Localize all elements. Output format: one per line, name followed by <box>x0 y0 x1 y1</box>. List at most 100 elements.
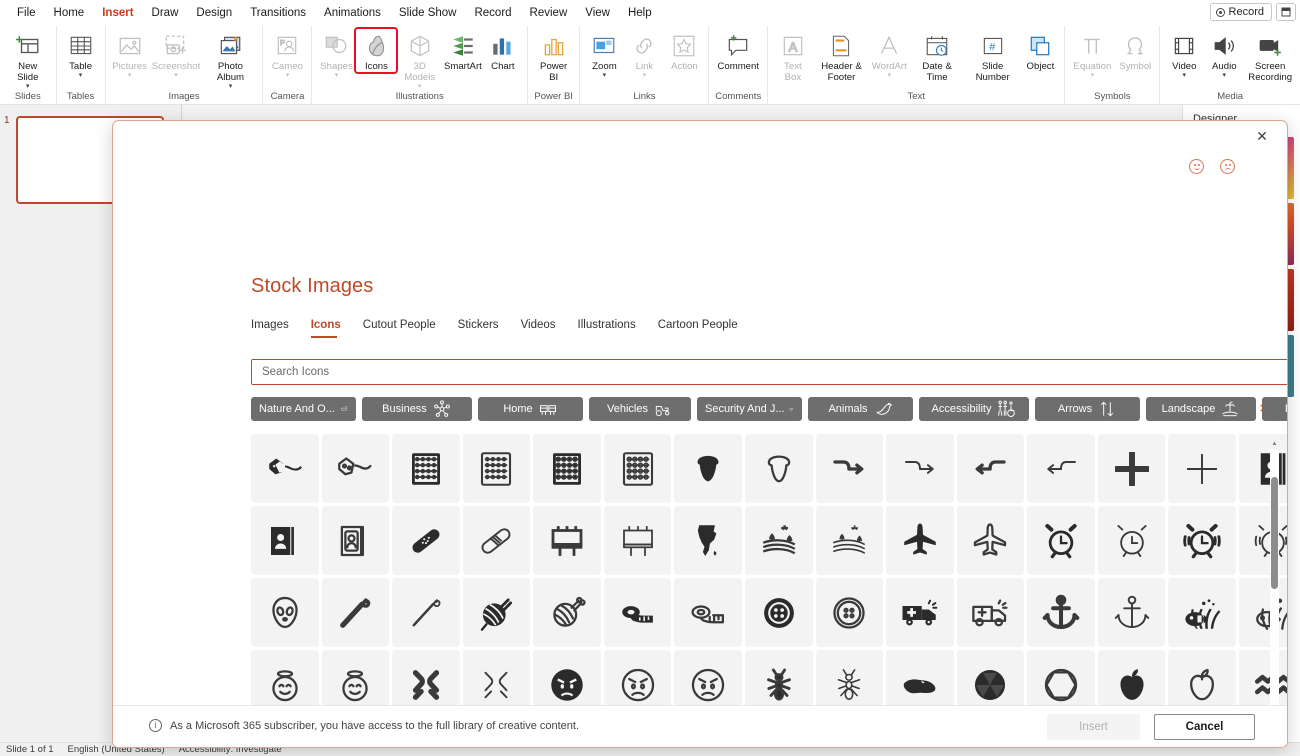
icon-cell-needle-thread-outline[interactable] <box>392 578 460 647</box>
ribbon-button-object[interactable]: Object <box>1020 29 1060 72</box>
ribbon-button-icons[interactable]: Icons <box>354 27 399 74</box>
category-chip-furniture[interactable]: Home <box>478 397 583 421</box>
menu-item-home[interactable]: Home <box>45 2 94 24</box>
search-input[interactable]: Search Icons <box>251 359 1287 385</box>
icon-cell-agriculture-field-outline[interactable] <box>815 506 884 575</box>
chevron-down-icon[interactable]: ▾ <box>1091 72 1095 79</box>
icon-cell-glasses-3d-outline[interactable] <box>321 434 390 503</box>
category-chip-scales[interactable]: Security And J... <box>697 397 802 421</box>
category-chip-tractor[interactable]: Vehicles <box>589 397 691 421</box>
icon-cell-abacus-filled[interactable] <box>392 434 460 503</box>
dialog-tab-stickers[interactable]: Stickers <box>458 319 513 338</box>
category-chip-scuba-mask[interactable]: Nature And O... <box>251 397 356 421</box>
ribbon-button-date-time[interactable]: Date & Time <box>909 29 965 83</box>
chevron-down-icon[interactable]: ▾ <box>603 72 607 79</box>
chevron-down-icon[interactable]: ▾ <box>418 83 422 90</box>
dialog-tab-cutout-people[interactable]: Cutout People <box>363 319 450 338</box>
ribbon-button-screen-recording[interactable]: Screen Recording <box>1244 29 1296 83</box>
ribbon-button-zoom[interactable]: Zoom ▾ <box>584 29 624 79</box>
share-button[interactable] <box>1276 3 1296 21</box>
icon-cell-merge-left-arrow-filled[interactable] <box>956 434 1025 503</box>
category-chip-island[interactable]: Landscape <box>1146 397 1256 421</box>
icon-cell-advertising-billboard-outline[interactable] <box>603 506 672 575</box>
menu-item-insert[interactable]: Insert <box>93 2 142 28</box>
menu-item-file[interactable]: File <box>8 2 45 24</box>
ribbon-button-header-footer[interactable]: Header & Footer <box>814 29 870 83</box>
chevron-down-icon[interactable]: ▾ <box>286 72 290 79</box>
category-chip-bird[interactable]: Animals <box>808 397 913 421</box>
ribbon-button-new-slide[interactable]: New Slide ▾ <box>4 29 52 90</box>
menu-item-view[interactable]: View <box>576 2 619 24</box>
icon-cell-yarn-ball-outline[interactable] <box>533 578 601 647</box>
menu-item-slide-show[interactable]: Slide Show <box>390 2 466 24</box>
scrollbar-track[interactable] <box>1270 449 1279 747</box>
ribbon-button-power-bi[interactable]: Power BI <box>532 29 576 83</box>
insert-button[interactable]: Insert <box>1047 714 1140 740</box>
icon-cell-abacus-outline[interactable] <box>462 434 531 503</box>
icon-cell-ambulance-filled[interactable] <box>886 578 954 647</box>
icon-cell-glasses-3d-filled[interactable] <box>251 434 319 503</box>
icon-cell-adhesive-bandage-filled[interactable] <box>392 506 460 575</box>
menu-item-review[interactable]: Review <box>521 2 577 24</box>
ribbon-button-table[interactable]: Table ▾ <box>61 29 101 79</box>
icon-cell-button-sewing-outline[interactable] <box>815 578 884 647</box>
chevron-down-icon[interactable]: ▾ <box>643 72 647 79</box>
icon-cell-address-book-filled[interactable] <box>1238 434 1287 503</box>
icon-cell-button-sewing-filled[interactable] <box>744 578 813 647</box>
chevron-down-icon[interactable]: ▾ <box>229 83 233 90</box>
chevron-down-icon[interactable]: ▾ <box>1223 72 1227 79</box>
menu-item-help[interactable]: Help <box>619 2 661 24</box>
icon-cell-acorn-filled[interactable] <box>674 434 742 503</box>
cancel-button[interactable]: Cancel <box>1154 714 1255 740</box>
icon-cell-airplane-filled[interactable] <box>886 506 954 575</box>
icon-cell-merge-left-arrow-outline[interactable] <box>1027 434 1095 503</box>
dialog-tab-images[interactable]: Images <box>251 319 303 338</box>
dialog-tab-cartoon-people[interactable]: Cartoon People <box>658 319 752 338</box>
icon-cell-needle-thread-filled[interactable] <box>321 578 390 647</box>
icon-cell-alarm-ringing-filled[interactable] <box>1168 506 1236 575</box>
scrollbar-thumb[interactable] <box>1271 477 1278 589</box>
icon-cell-adhesive-bandage-outline[interactable] <box>462 506 531 575</box>
chevron-down-icon[interactable]: ▾ <box>1183 72 1187 79</box>
icon-cell-yarn-ball-filled[interactable] <box>462 578 531 647</box>
dialog-tab-videos[interactable]: Videos <box>521 319 570 338</box>
icon-cell-agriculture-field-filled[interactable] <box>744 506 813 575</box>
icon-cell-anemone-fish-outline[interactable] <box>1238 578 1287 647</box>
chevron-down-icon[interactable]: ▾ <box>335 72 339 79</box>
category-chip-up-down-arrows[interactable]: Arrows <box>1035 397 1140 421</box>
dialog-tab-icons[interactable]: Icons <box>310 319 355 338</box>
ribbon-button-chart[interactable]: Chart <box>483 29 523 72</box>
chevron-down-icon[interactable]: ▾ <box>26 83 30 90</box>
icon-cell-anchor-outline[interactable] <box>1097 578 1166 647</box>
icon-cell-merge-right-arrow-filled[interactable] <box>815 434 884 503</box>
ribbon-button-slide-number[interactable]: # Slide Number <box>965 29 1021 83</box>
feedback-sad-icon[interactable] <box>1220 159 1235 174</box>
icon-cell-anemone-fish-filled[interactable] <box>1168 578 1236 647</box>
close-icon[interactable]: ✕ <box>1251 125 1273 147</box>
menu-item-draw[interactable]: Draw <box>143 2 188 24</box>
ribbon-button-photo-album[interactable]: Photo Album ▾ <box>202 29 258 90</box>
next-categories-button[interactable]: › <box>1260 399 1265 417</box>
category-chip-network[interactable]: Business <box>362 397 472 421</box>
icon-cell-merge-right-arrow-outline[interactable] <box>886 434 954 503</box>
icon-cell-address-card-filled[interactable] <box>251 506 319 575</box>
icon-cell-alien-head-outline[interactable] <box>251 578 319 647</box>
category-chip-accessibility-people[interactable]: Accessibility <box>919 397 1029 421</box>
icon-cell-anchor-filled[interactable] <box>1027 578 1095 647</box>
icon-cell-abacus-beads-filled[interactable] <box>533 434 601 503</box>
icon-cell-alarm-clock-outline[interactable] <box>1097 506 1166 575</box>
menu-item-design[interactable]: Design <box>187 2 241 24</box>
icon-cell-abacus-beads-outline[interactable] <box>603 434 672 503</box>
feedback-happy-icon[interactable] <box>1189 159 1204 174</box>
menu-item-record[interactable]: Record <box>465 2 520 24</box>
menu-item-animations[interactable]: Animations <box>315 2 390 24</box>
icon-cell-add-plus-outline[interactable] <box>1168 434 1236 503</box>
ribbon-button-audio[interactable]: Audio ▾ <box>1204 29 1244 79</box>
chevron-down-icon[interactable]: ▾ <box>128 72 132 79</box>
ribbon-button-smartart[interactable]: SmartArt <box>443 29 483 72</box>
category-chip-person-stroller[interactable]: People <box>1262 397 1287 421</box>
icon-cell-africa-map-filled[interactable] <box>674 506 742 575</box>
chevron-down-icon[interactable]: ▾ <box>79 72 83 79</box>
menu-item-transitions[interactable]: Transitions <box>241 2 315 24</box>
icon-cell-alarm-clock-filled[interactable] <box>1027 506 1095 575</box>
